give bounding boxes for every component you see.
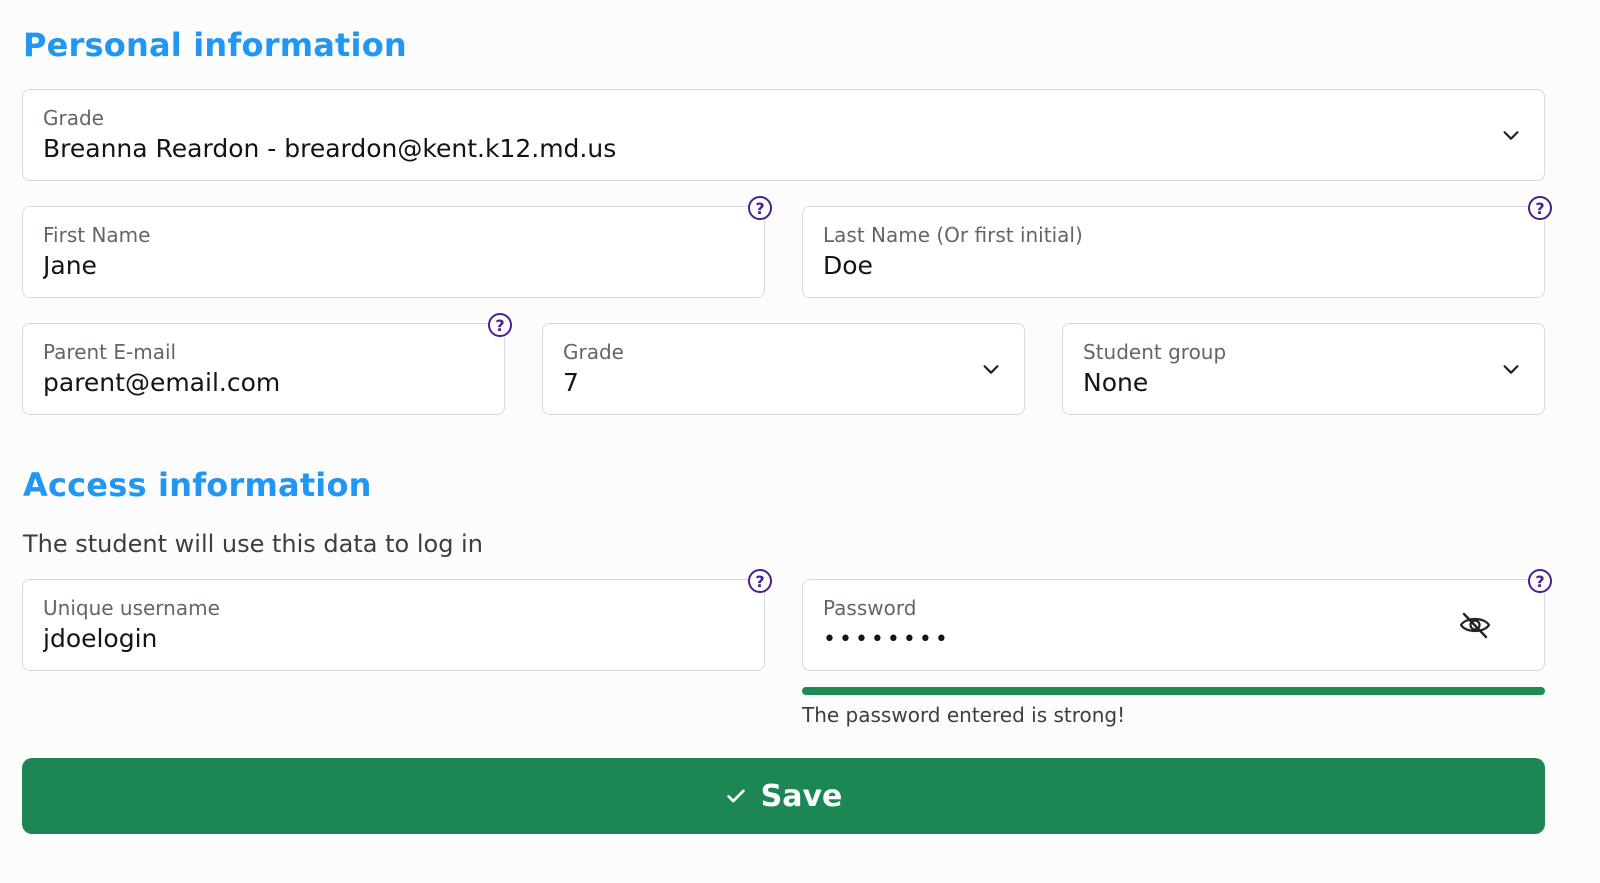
password-help-icon[interactable]: ? (1528, 569, 1552, 593)
last-name-label: Last Name (Or first initial) (823, 223, 1083, 247)
chevron-down-icon (983, 365, 999, 374)
save-button[interactable]: Save (22, 758, 1545, 834)
password-input[interactable]: •••••••• (823, 627, 1453, 652)
chevron-down-icon (1503, 365, 1519, 374)
eye-slash-icon[interactable] (1458, 610, 1492, 640)
first-name-field[interactable]: First Name (22, 206, 765, 298)
username-input[interactable] (43, 624, 673, 653)
username-field[interactable]: Unique username (22, 579, 765, 671)
save-button-label: Save (760, 778, 843, 814)
student-group-value: None (1083, 368, 1149, 397)
parent-email-field[interactable]: Parent E-mail (22, 323, 505, 415)
first-name-label: First Name (43, 223, 151, 247)
grade-select-value: 7 (563, 368, 579, 397)
teacher-select[interactable]: Grade Breanna Reardon - breardon@kent.k1… (22, 89, 1545, 181)
parent-email-label: Parent E-mail (43, 340, 177, 364)
password-strength-bar (802, 687, 1545, 695)
last-name-field[interactable]: Last Name (Or first initial) (802, 206, 1545, 298)
password-strength-message: The password entered is strong! (802, 703, 1126, 727)
teacher-select-value: Breanna Reardon - breardon@kent.k12.md.u… (43, 134, 617, 163)
parent-email-input[interactable] (43, 368, 452, 397)
personal-information-title: Personal information (23, 26, 407, 64)
first-name-input[interactable] (43, 251, 673, 280)
password-field[interactable]: Password •••••••• (802, 579, 1545, 671)
grade-select-label: Grade (563, 340, 624, 364)
teacher-select-label: Grade (43, 106, 104, 130)
student-group-select[interactable]: Student group None (1062, 323, 1545, 415)
username-label: Unique username (43, 596, 220, 620)
first-name-help-icon[interactable]: ? (748, 196, 772, 220)
access-information-subtitle: The student will use this data to log in (23, 530, 483, 558)
last-name-help-icon[interactable]: ? (1528, 196, 1552, 220)
grade-select[interactable]: Grade 7 (542, 323, 1025, 415)
chevron-down-icon (1503, 131, 1519, 140)
username-help-icon[interactable]: ? (748, 569, 772, 593)
password-label: Password (823, 596, 917, 620)
last-name-input[interactable] (823, 251, 1453, 280)
parent-email-help-icon[interactable]: ? (488, 313, 512, 337)
checkmark-icon (726, 789, 745, 803)
access-information-title: Access information (23, 466, 372, 504)
student-group-label: Student group (1083, 340, 1227, 364)
